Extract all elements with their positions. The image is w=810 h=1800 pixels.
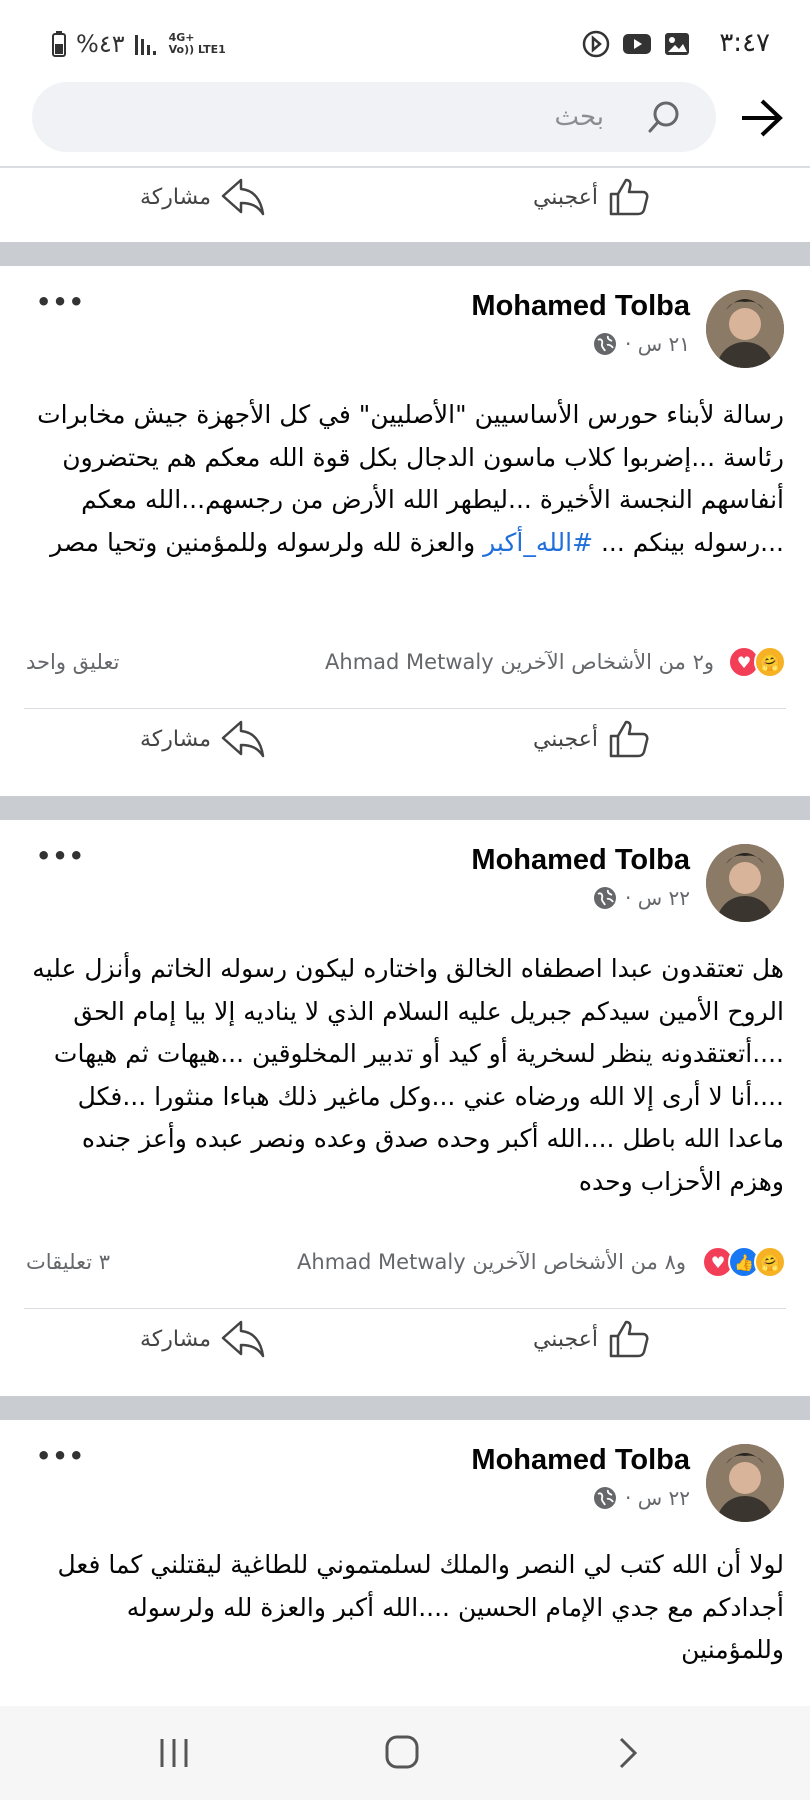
- home-icon[interactable]: [384, 1734, 420, 1770]
- post-actions: أعجبني مشاركة: [0, 710, 810, 780]
- reactions-others: و٢ من الأشخاص الآخرين: [500, 650, 714, 674]
- like-label: أعجبني: [532, 184, 598, 210]
- search-header: بحث: [0, 80, 810, 168]
- share-label: مشاركة: [140, 184, 212, 210]
- post-author[interactable]: Mohamed Tolba: [471, 844, 690, 877]
- reactions-others: و٨ من الأشخاص الآخرين: [472, 1250, 686, 1274]
- share-button[interactable]: مشاركة: [140, 176, 265, 218]
- reactions-row[interactable]: 🤗 👍 ♥ و٨ من الأشخاص الآخرين Ahmad Metwal…: [0, 1244, 810, 1284]
- reactions-summary[interactable]: و٨ من الأشخاص الآخرين Ahmad Metwaly: [297, 1250, 686, 1274]
- like-icon: [609, 720, 649, 758]
- post-time[interactable]: ٢١ س ·: [625, 332, 690, 356]
- care-reaction-icon: 🤗: [754, 1246, 786, 1278]
- share-button[interactable]: مشاركة: [140, 718, 265, 760]
- reactions-row[interactable]: 🤗 ♥ و٢ من الأشخاص الآخرين Ahmad Metwaly …: [0, 644, 810, 684]
- post: ••• Mohamed Tolba ٢١ س · رسالة لأبناء حو…: [0, 266, 810, 796]
- signal-icon: [134, 35, 156, 55]
- post-meta: ٢٢ س ·: [593, 1486, 690, 1510]
- share-icon: [221, 178, 265, 216]
- post-actions: أعجبني مشاركة: [0, 1310, 810, 1380]
- share-button[interactable]: مشاركة: [140, 1318, 265, 1360]
- search-icon: [648, 101, 679, 133]
- post-time[interactable]: ٢٢ س ·: [625, 1486, 690, 1510]
- post-separator: [0, 242, 810, 266]
- post-text: لولا أن الله كتب لي النصر والملك لسلمتمو…: [57, 1550, 784, 1664]
- like-button[interactable]: أعجبني: [533, 1318, 650, 1360]
- avatar[interactable]: [706, 290, 784, 368]
- post-text: رسالة لأبناء حورس الأساسيين "الأصليين" ف…: [26, 394, 784, 564]
- like-icon: [609, 1320, 649, 1358]
- globe-icon: [594, 1487, 617, 1509]
- post-meta: ٢٢ س ·: [593, 886, 690, 910]
- clock: ٣:٤٧: [719, 28, 770, 58]
- comments-count[interactable]: تعليق واحد: [26, 650, 119, 674]
- share-icon: [221, 1320, 265, 1358]
- back-arrow-icon[interactable]: [740, 98, 784, 138]
- post-author[interactable]: Mohamed Tolba: [471, 290, 690, 323]
- like-button[interactable]: أعجبني: [533, 718, 650, 760]
- like-button[interactable]: أعجبني: [533, 176, 650, 218]
- globe-icon: [594, 333, 617, 355]
- reactions-name: Ahmad Metwaly: [297, 1250, 466, 1274]
- reaction-icons: 🤗 ♥: [728, 646, 786, 678]
- volte-indicator: Vo)) LTE1: [168, 43, 226, 56]
- status-bar: %٤٣ 4G+ Vo)) LTE1 ٣:٤٧: [0, 0, 810, 78]
- post-actions: أعجبني مشاركة: [0, 168, 810, 238]
- post: ••• Mohamed Tolba ٢٢ س · لولا أن الله كت…: [0, 1420, 810, 1706]
- post-text: هل تعتقدون عبدا اصطفاه الخالق واختاره لي…: [32, 954, 784, 1196]
- post-time[interactable]: ٢٢ س ·: [625, 886, 690, 910]
- reactions-summary[interactable]: و٢ من الأشخاص الآخرين Ahmad Metwaly: [325, 650, 714, 674]
- share-label: مشاركة: [140, 726, 212, 752]
- battery-icon: [52, 31, 66, 57]
- search-input[interactable]: بحث: [554, 102, 604, 132]
- avatar[interactable]: [706, 1444, 784, 1522]
- network-indicator: 4G+ Vo)) LTE1: [169, 32, 226, 56]
- care-reaction-icon: 🤗: [754, 646, 786, 678]
- more-icon[interactable]: •••: [36, 842, 85, 870]
- like-icon: [609, 178, 649, 216]
- avatar[interactable]: [706, 844, 784, 922]
- reactions-name: Ahmad Metwaly: [325, 650, 494, 674]
- reaction-icons: 🤗 👍 ♥: [702, 1246, 786, 1278]
- divider: [24, 1308, 786, 1309]
- comments-count[interactable]: ٣ تعليقات: [26, 1250, 110, 1274]
- post: ••• Mohamed Tolba ٢٢ س · هل تعتقدون عبدا…: [0, 820, 810, 1396]
- divider: [24, 708, 786, 709]
- search-field[interactable]: بحث: [32, 82, 716, 152]
- post-separator: [0, 796, 810, 820]
- back-nav-icon[interactable]: [616, 1736, 640, 1770]
- status-left-group: %٤٣ 4G+ Vo)) LTE1: [52, 30, 226, 58]
- like-label: أعجبني: [532, 726, 598, 752]
- system-nav-bar: [0, 1706, 810, 1800]
- post-text-part: والعزة لله ولرسوله وللمؤمنين وتحيا مصر: [50, 527, 484, 557]
- post-separator: [0, 1396, 810, 1420]
- gallery-icon: [665, 33, 689, 55]
- globe-icon: [594, 887, 617, 909]
- post-author[interactable]: Mohamed Tolba: [471, 1444, 690, 1477]
- youtube-icon: [623, 34, 651, 54]
- hashtag-link[interactable]: #الله_أكبر: [483, 528, 593, 557]
- hotspot-icon: [582, 30, 610, 58]
- more-icon[interactable]: •••: [36, 1442, 85, 1470]
- like-label: أعجبني: [532, 1326, 598, 1352]
- status-icons: [582, 30, 690, 58]
- share-icon: [221, 720, 265, 758]
- battery-percent: %٤٣: [76, 30, 125, 58]
- share-label: مشاركة: [140, 1326, 212, 1352]
- more-icon[interactable]: •••: [36, 288, 85, 316]
- post-meta: ٢١ س ·: [593, 332, 690, 356]
- recents-icon[interactable]: [158, 1736, 192, 1770]
